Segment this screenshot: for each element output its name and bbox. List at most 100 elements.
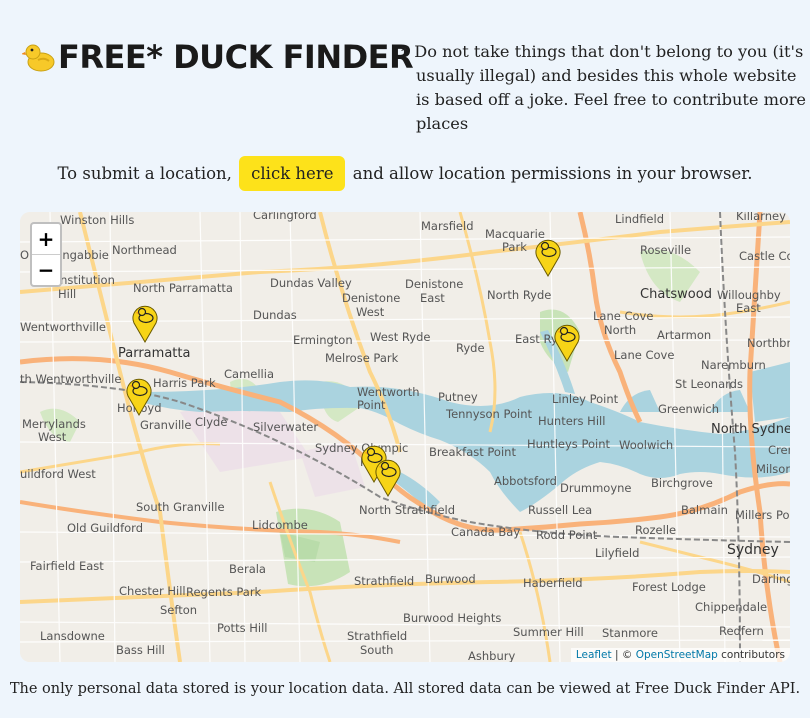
submit-prefix: To submit a location,	[57, 164, 232, 183]
place-guildford-west: uildford West	[20, 467, 96, 481]
place-greenwich: Greenwich	[658, 402, 719, 416]
duck-marker-icon[interactable]	[553, 320, 581, 362]
place-berala: Berala	[229, 562, 266, 576]
place-old-guildford: Old Guildford	[67, 521, 143, 535]
place-lidcombe: Lidcombe	[252, 518, 308, 532]
leaflet-link[interactable]: Leaflet	[576, 649, 612, 661]
place-silverwater: Silverwater	[253, 420, 318, 434]
place-denistone-west: Denistone	[342, 291, 400, 305]
place-sefton: Sefton	[160, 603, 197, 617]
place-rozelle: Rozelle	[635, 523, 676, 537]
submit-location-button[interactable]: click here	[239, 156, 346, 191]
place-merrylands: Merrylands	[22, 417, 86, 431]
place-strathfield-south-2: South	[360, 643, 393, 657]
place-milsons-point: Milsons Poi	[756, 462, 790, 476]
place-chester-hill: Chester Hill	[119, 584, 186, 598]
submit-instructions: To submit a location, click here and all…	[0, 156, 810, 192]
place-burwood: Burwood	[425, 572, 476, 586]
place-camellia: Camellia	[224, 367, 274, 381]
footer-note: The only personal data stored is your lo…	[9, 681, 801, 697]
site-title: FREE* DUCK FINDER	[58, 38, 414, 76]
place-denistone-east-2: East	[420, 291, 445, 305]
place-denistone-west-2: West	[356, 305, 385, 319]
place-dundas: Dundas	[253, 308, 297, 322]
place-redfern: Redfern	[719, 624, 764, 638]
place-abbotsford: Abbotsford	[494, 474, 557, 488]
place-potts-hill: Potts Hill	[217, 621, 267, 635]
place-crem: Crem	[768, 443, 790, 457]
place-harris-park: Harris Park	[153, 376, 216, 390]
place-killarney: Killarney He	[736, 212, 790, 223]
header: FREE* DUCK FINDER * Do not take things t…	[22, 36, 806, 146]
place-haberfield: Haberfield	[523, 576, 583, 590]
place-linley-point: Linley Point	[552, 392, 619, 406]
place-south-granville: South Granville	[136, 500, 225, 514]
place-forest-lodge: Forest Lodge	[632, 580, 706, 594]
duck-marker-icon[interactable]	[374, 455, 402, 497]
place-winston-hills: Winston Hills	[60, 213, 134, 227]
place-summer-hill: Summer Hill	[513, 625, 584, 639]
place-north-wentworthville: th Wentworthville	[20, 372, 121, 386]
place-lane-cove-north: Lane Cove	[593, 309, 653, 323]
place-melrose-park: Melrose Park	[325, 351, 399, 365]
place-macquarie-park-2: Park	[502, 240, 527, 254]
attribution-contributors: contributors	[721, 649, 785, 661]
place-breakfast-point: Breakfast Point	[429, 445, 516, 459]
map[interactable]: Carlingford Winston Hills Northmead Old …	[20, 212, 790, 662]
place-birchgrove: Birchgrove	[651, 476, 713, 490]
place-northmead: Northmead	[112, 243, 177, 257]
place-northbridge: Northbri	[747, 336, 790, 350]
zoom-out-button[interactable]: −	[32, 255, 60, 285]
place-wentworth-point-2: Point	[357, 398, 386, 412]
place-lilyfield: Lilyfield	[595, 546, 639, 560]
place-north-strathfield: North Strathfield	[359, 503, 455, 517]
place-rodd-point: Rodd Point	[536, 528, 598, 542]
place-burwood-heights: Burwood Heights	[403, 611, 501, 625]
place-clyde: Clyde	[195, 415, 227, 429]
place-roseville: Roseville	[640, 243, 691, 257]
zoom-control: + −	[30, 222, 62, 287]
duck-logo-icon	[22, 44, 55, 72]
place-wentworth-point: Wentworth	[357, 385, 420, 399]
place-sydney: Sydney	[727, 542, 779, 558]
place-granville: Granville	[140, 418, 191, 432]
place-parramatta: Parramatta	[118, 346, 190, 361]
submit-suffix: and allow location permissions in your b…	[352, 164, 753, 183]
map-tiles[interactable]: Carlingford Winston Hills Northmead Old …	[20, 212, 790, 662]
zoom-in-button[interactable]: +	[32, 224, 60, 255]
openstreetmap-link[interactable]: OpenStreetMap	[636, 649, 718, 661]
place-huntleys-point: Huntleys Point	[527, 437, 611, 451]
place-lane-cove-north-2: North	[604, 323, 636, 337]
place-denistone-east: Denistone	[405, 277, 463, 291]
place-north-sydney: North Sydney	[711, 422, 790, 437]
place-lindfield: Lindfield	[615, 212, 664, 226]
place-drummoyne: Drummoyne	[560, 481, 631, 495]
place-naremburn: Naremburn	[701, 358, 766, 372]
place-castle-cove: Castle Cov	[739, 249, 790, 263]
place-putney: Putney	[438, 390, 478, 404]
place-tennyson-point: Tennyson Point	[445, 407, 533, 421]
place-stanmore: Stanmore	[602, 626, 658, 640]
place-strathfield-south: Strathfield	[347, 629, 407, 643]
duck-marker-icon[interactable]	[534, 235, 562, 277]
place-fairfield-east: Fairfield East	[30, 559, 104, 573]
place-chatswood: Chatswood	[640, 287, 712, 302]
place-north-parramatta: North Parramatta	[133, 281, 233, 295]
duck-marker-icon[interactable]	[131, 301, 159, 343]
place-ashbury: Ashbury	[468, 649, 515, 662]
duck-marker-icon[interactable]	[125, 374, 153, 416]
place-dundas-valley: Dundas Valley	[270, 276, 352, 290]
place-darling: Darling	[752, 572, 790, 586]
place-st-leonards: St Leonards	[675, 377, 743, 391]
place-canada-bay: Canada Bay	[451, 525, 520, 539]
place-bass-hill: Bass Hill	[116, 643, 165, 657]
map-attribution: Leaflet | © OpenStreetMap contributors	[570, 648, 790, 662]
place-willoughby-east: Willoughby	[717, 288, 781, 302]
place-lansdowne: Lansdowne	[40, 629, 105, 643]
place-lane-cove: Lane Cove	[614, 348, 674, 362]
place-chippendale: Chippendale	[695, 600, 767, 614]
place-hunters-hill: Hunters Hill	[538, 414, 605, 428]
attribution-separator: | ©	[614, 649, 633, 661]
place-ermington: Ermington	[293, 333, 353, 347]
disclaimer-text: * Do not take things that don't belong t…	[401, 42, 807, 133]
